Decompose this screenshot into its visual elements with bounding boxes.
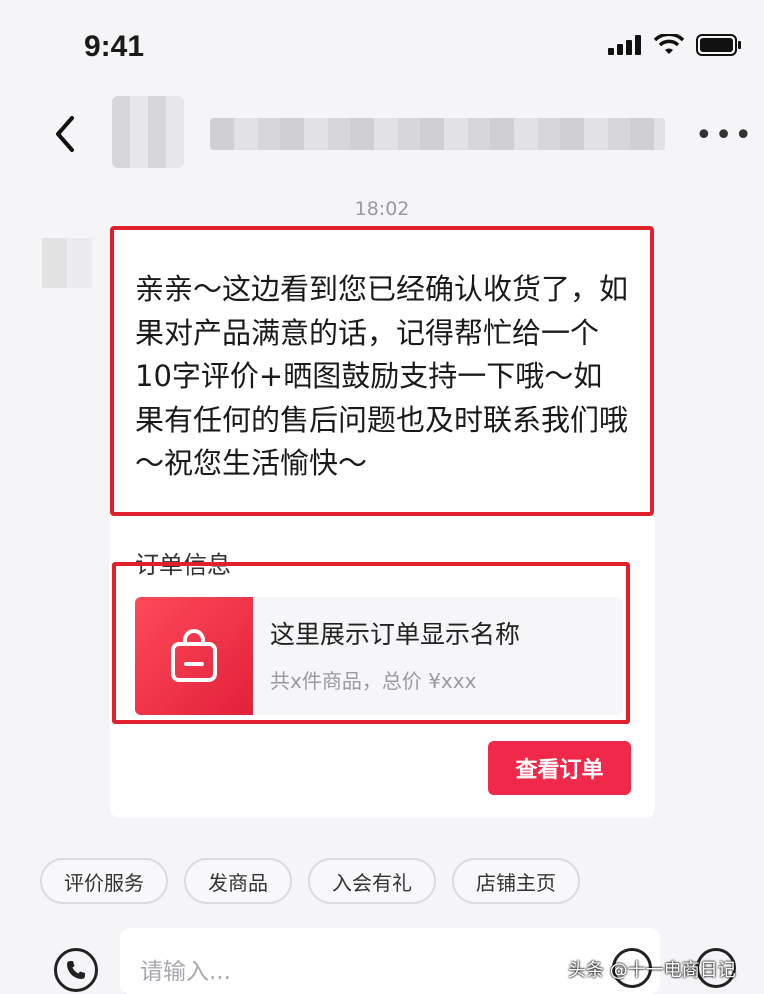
order-highlight-box bbox=[112, 562, 630, 724]
status-icons bbox=[608, 34, 742, 56]
more-options-icon[interactable]: ••• bbox=[695, 118, 754, 153]
chip-shop-home[interactable]: 店铺主页 bbox=[452, 858, 580, 904]
contact-name-blurred bbox=[210, 118, 665, 150]
input-placeholder: 请输入... bbox=[140, 959, 231, 985]
watermark: 头条 @十一电商日记 bbox=[568, 960, 736, 981]
chip-rate-service[interactable]: 评价服务 bbox=[40, 858, 168, 904]
quick-actions: 评价服务 发商品 入会有礼 店铺主页 bbox=[40, 858, 580, 904]
message-timestamp: 18:02 bbox=[354, 198, 410, 220]
phone-icon[interactable] bbox=[54, 948, 98, 992]
back-arrow-icon[interactable] bbox=[48, 112, 84, 156]
battery-icon bbox=[696, 34, 741, 56]
chip-send-product[interactable]: 发商品 bbox=[184, 858, 292, 904]
contact-avatar[interactable] bbox=[112, 96, 184, 168]
phone-glyph bbox=[67, 961, 85, 979]
wifi-icon bbox=[654, 34, 684, 54]
view-order-button[interactable]: 查看订单 bbox=[488, 741, 631, 795]
status-time: 9:41 bbox=[84, 30, 145, 63]
chip-join-member[interactable]: 入会有礼 bbox=[308, 858, 436, 904]
message-highlight-box bbox=[110, 226, 654, 516]
shop-avatar[interactable] bbox=[42, 238, 92, 288]
signal-icon bbox=[608, 35, 641, 55]
